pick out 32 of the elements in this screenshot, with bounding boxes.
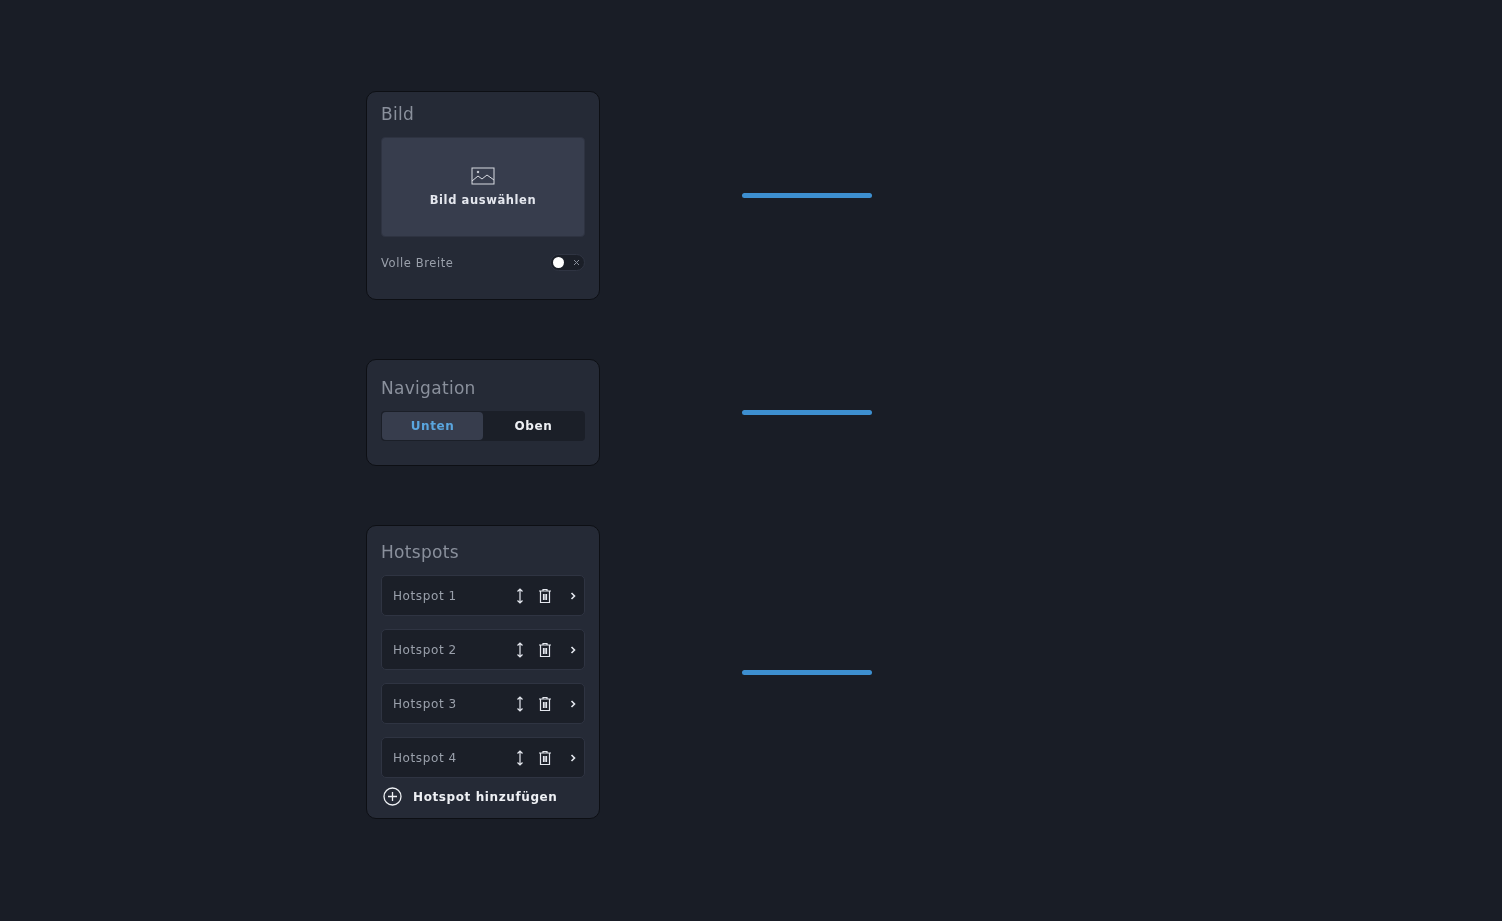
trash-icon[interactable] (538, 641, 552, 658)
full-width-label: Volle Breite (381, 255, 454, 270)
toggle-switch[interactable] (550, 254, 585, 271)
panel-title: Navigation (381, 378, 477, 398)
hotspot-label: Hotspot 3 (393, 696, 458, 711)
reorder-icon[interactable] (516, 749, 524, 766)
cross-icon (573, 259, 580, 266)
chevron-right-icon[interactable] (570, 591, 576, 600)
chevron-right-icon[interactable] (570, 753, 576, 762)
hotspot-item[interactable]: Hotspot 4 (381, 737, 585, 778)
trash-icon[interactable] (538, 749, 552, 766)
chevron-right-icon[interactable] (570, 645, 576, 654)
chevron-right-icon[interactable] (570, 699, 576, 708)
panel-title: Hotspots (381, 542, 460, 562)
hotspot-item[interactable]: Hotspot 3 (381, 683, 585, 724)
trash-icon[interactable] (538, 695, 552, 712)
reorder-icon[interactable] (516, 695, 524, 712)
segment-tab[interactable]: Unten (382, 412, 483, 440)
segment-tab[interactable]: Oben (483, 412, 584, 440)
image-icon (471, 167, 495, 185)
reorder-icon[interactable] (516, 641, 524, 658)
image-picker[interactable]: Bild auswählen (381, 137, 585, 237)
panel-title: Bild (381, 104, 416, 124)
hotspot-label: Hotspot 1 (393, 588, 458, 603)
trash-icon[interactable] (538, 587, 552, 604)
reorder-icon[interactable] (516, 587, 524, 604)
hotspot-label: Hotspot 4 (393, 750, 458, 765)
hotspot-item[interactable]: Hotspot 2 (381, 629, 585, 670)
hotspot-label: Hotspot 2 (393, 642, 458, 657)
plus-circle-icon (383, 787, 402, 806)
add-hotspot-button[interactable]: Hotspot hinzufügen (381, 787, 560, 806)
hotspot-item[interactable]: Hotspot 1 (381, 575, 585, 616)
